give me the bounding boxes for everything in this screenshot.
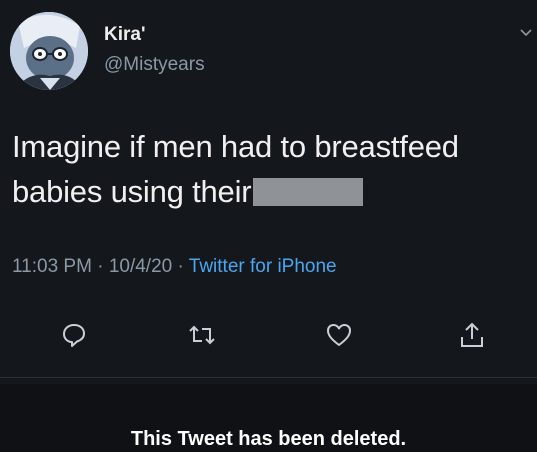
chevron-down-icon[interactable] xyxy=(519,26,533,40)
user-handle[interactable]: @Mistyears xyxy=(104,54,205,76)
tweet-card[interactable]: Kira' @Mistyears Imagine if men had to b… xyxy=(0,0,537,380)
retweet-button[interactable] xyxy=(185,318,219,352)
meta-separator: · xyxy=(177,256,184,277)
heart-icon xyxy=(327,324,351,346)
tweet-source-link[interactable]: Twitter for iPhone xyxy=(189,256,337,277)
redaction-block xyxy=(253,178,364,206)
deleted-notice: This Tweet has been deleted. xyxy=(130,428,407,450)
share-icon xyxy=(461,322,483,347)
tweet-text-line-2-text: babies using their xyxy=(12,174,252,209)
reply-button[interactable] xyxy=(57,318,91,352)
reply-icon xyxy=(63,324,85,347)
avatar-image xyxy=(10,12,88,90)
display-name[interactable]: Kira' xyxy=(104,24,145,46)
tweet-date[interactable]: 10/4/20 xyxy=(109,256,172,277)
tweet-actions-bar xyxy=(0,318,537,358)
tweet-metadata: 11:03 PM · 10/4/20 · Twitter for iPhone xyxy=(12,256,337,278)
avatar[interactable] xyxy=(10,12,88,90)
retweet-icon xyxy=(189,325,215,345)
share-button[interactable] xyxy=(455,318,489,352)
tweet-text-line-1: Imagine if men had to breastfeed xyxy=(12,129,459,164)
tweet-text-line-2: babies using their xyxy=(12,169,522,214)
tweet-text: Imagine if men had to breastfeed babies … xyxy=(12,124,522,214)
tweet-time[interactable]: 11:03 PM xyxy=(12,256,92,277)
divider xyxy=(0,377,537,378)
meta-separator: · xyxy=(97,256,104,277)
like-button[interactable] xyxy=(322,318,356,352)
